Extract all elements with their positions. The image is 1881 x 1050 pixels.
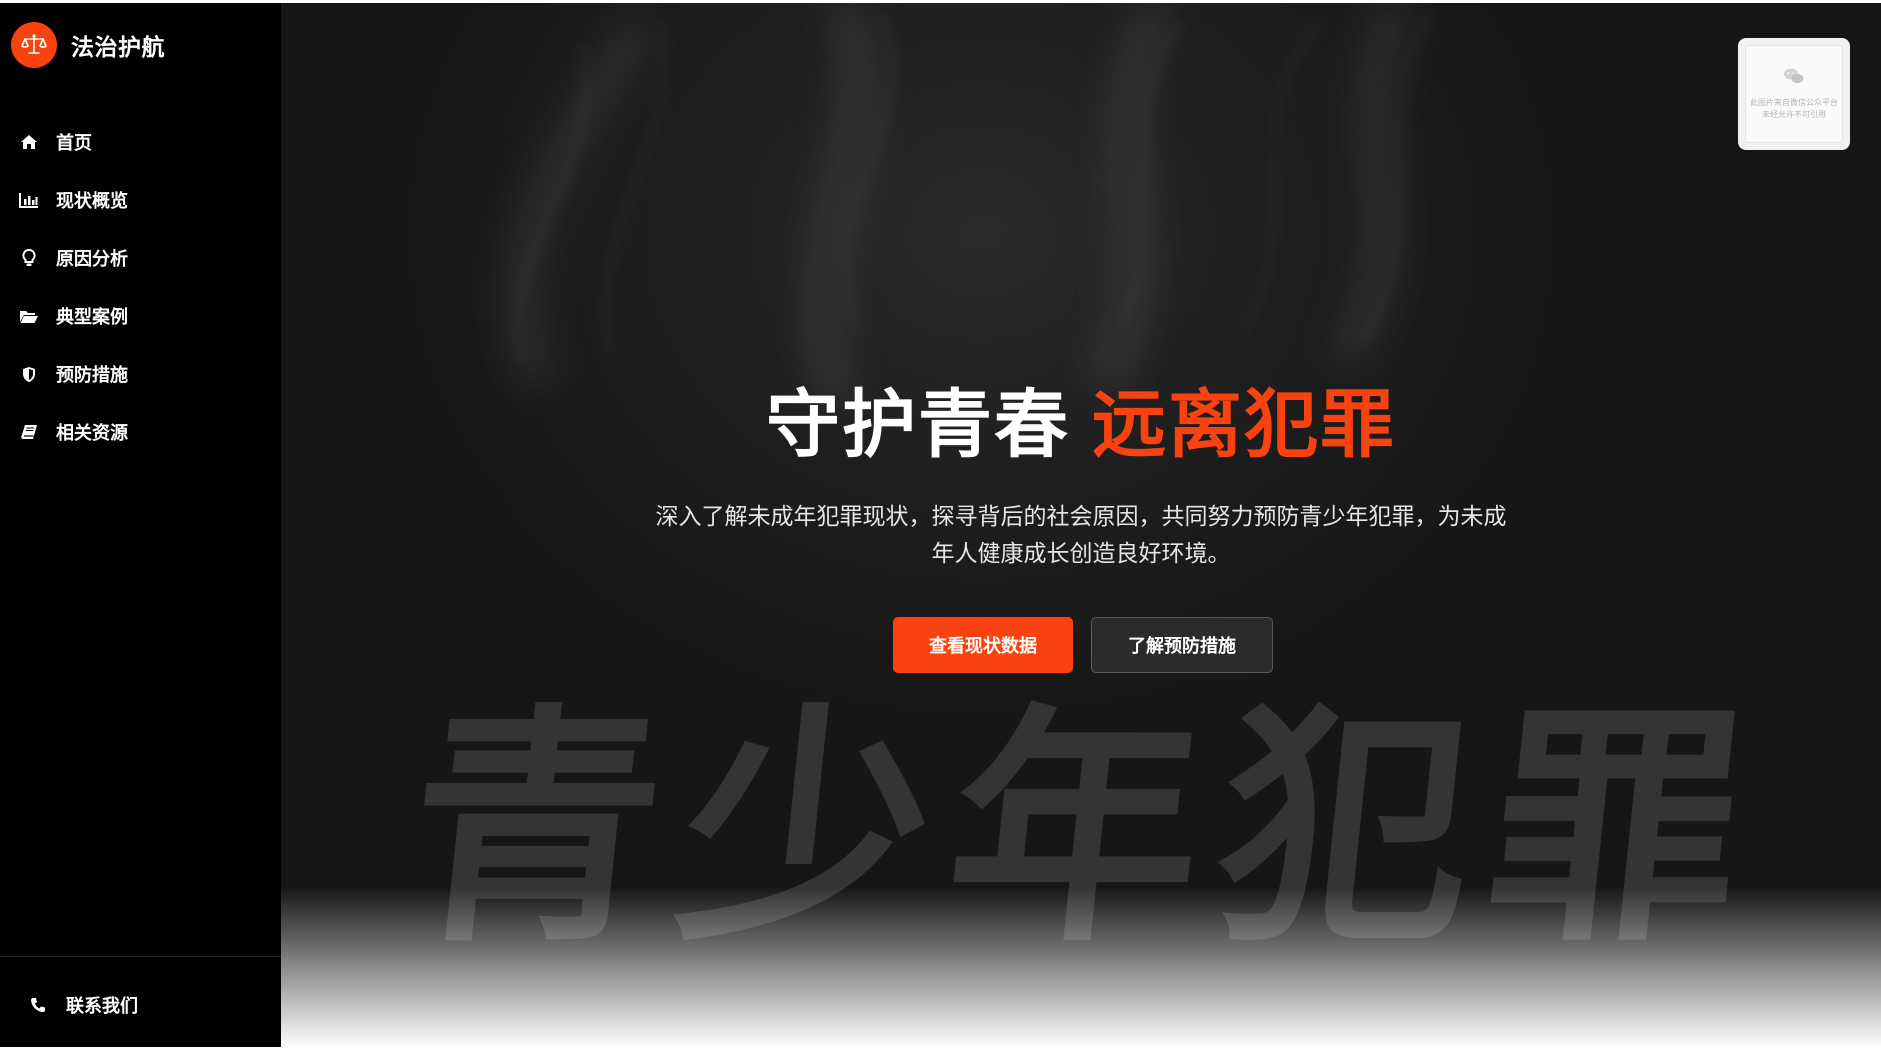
sidebar-item-label: 首页 [56, 133, 92, 154]
sidebar-item-label: 现状概览 [56, 191, 128, 212]
sidebar-item-home[interactable]: 首页 [0, 113, 281, 171]
bar-chart-icon [19, 190, 39, 210]
sidebar-item-label: 原因分析 [56, 249, 128, 270]
hero-subtitle: 深入了解未成年犯罪现状，探寻背后的社会原因，共同努力预防青少年犯罪，为未成年人健… [655, 504, 1507, 567]
qr-code-card: 此图片来自微信公众平台未经允许不可引用 [1738, 38, 1850, 150]
shield-icon [19, 364, 39, 384]
contact-link[interactable]: 联系我们 [28, 985, 138, 1025]
qr-notice: 此图片来自微信公众平台未经允许不可引用 [1750, 98, 1838, 119]
headline-accent: 远离犯罪 [1092, 382, 1396, 468]
scale-icon [11, 22, 57, 68]
sidebar-item-overview[interactable]: 现状概览 [0, 171, 281, 229]
brand[interactable]: 法治护航 [11, 22, 165, 68]
hero-section: 青少年犯罪 守护青春 远离犯罪 深入了解未成年犯罪现状，探寻背后的社会原因，共同努… [281, 3, 1881, 1047]
sidebar-item-label: 预防措施 [56, 365, 128, 386]
lightbulb-icon [19, 248, 39, 268]
sidebar-divider [0, 956, 281, 957]
contact-label: 联系我们 [66, 996, 138, 1017]
sidebar-item-causes[interactable]: 原因分析 [0, 229, 281, 287]
app-window: 法治护航 首页 现状概览 原因分析 典型案例 预防措施 相关资源 联系我们 青少… [0, 3, 1881, 1047]
sidebar-item-label: 典型案例 [56, 307, 128, 328]
brand-name: 法治护航 [71, 35, 165, 61]
view-data-button[interactable]: 查看现状数据 [893, 617, 1073, 673]
qr-placeholder: 此图片来自微信公众平台未经允许不可引用 [1745, 45, 1843, 143]
bottom-fade [281, 887, 1881, 1047]
sidebar-item-cases[interactable]: 典型案例 [0, 287, 281, 345]
headline-primary: 守护青春 [766, 382, 1070, 468]
sidebar: 法治护航 首页 现状概览 原因分析 典型案例 预防措施 相关资源 联系我们 [0, 3, 281, 1047]
hero-headline: 守护青春 远离犯罪 [281, 382, 1881, 468]
book-icon [19, 422, 39, 442]
learn-prevention-button[interactable]: 了解预防措施 [1091, 617, 1273, 673]
sidebar-item-resources[interactable]: 相关资源 [0, 403, 281, 461]
home-icon [19, 132, 39, 152]
sidebar-item-label: 相关资源 [56, 423, 128, 444]
sidebar-nav: 首页 现状概览 原因分析 典型案例 预防措施 相关资源 [0, 113, 281, 461]
sidebar-item-prevention[interactable]: 预防措施 [0, 345, 281, 403]
wechat-icon [1783, 67, 1805, 89]
folder-open-icon [19, 306, 39, 326]
phone-icon [28, 995, 48, 1015]
